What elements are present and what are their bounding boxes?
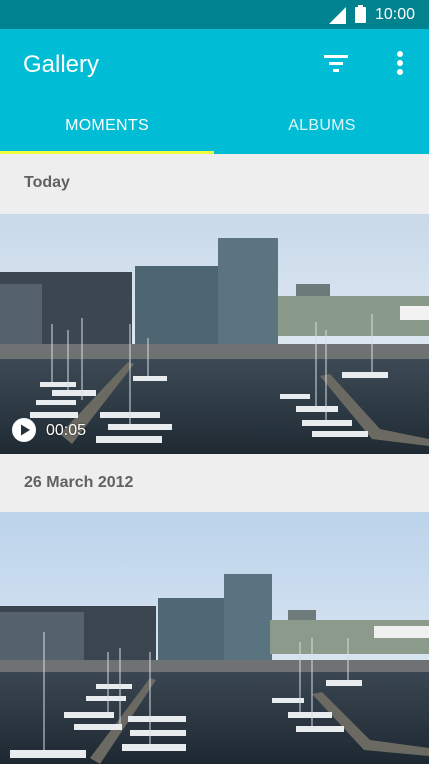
section-header-date: 26 March 2012 bbox=[0, 454, 429, 514]
tab-moments[interactable]: MOMENTS bbox=[0, 111, 214, 154]
play-icon[interactable] bbox=[12, 418, 36, 442]
status-bar: 10:00 bbox=[0, 0, 429, 29]
harbor-photo bbox=[0, 512, 429, 764]
section-header-label: Today bbox=[24, 174, 70, 191]
video-duration: 00:05 bbox=[46, 422, 87, 439]
tab-albums[interactable]: ALBUMS bbox=[215, 111, 429, 154]
more-options-icon[interactable] bbox=[388, 49, 412, 77]
section-header-label: 26 March 2012 bbox=[24, 474, 134, 491]
app-title: Gallery bbox=[23, 51, 100, 78]
photo-thumbnail[interactable] bbox=[0, 512, 429, 764]
battery-icon bbox=[355, 5, 366, 23]
filter-icon[interactable] bbox=[321, 51, 351, 75]
status-time: 10:00 bbox=[375, 6, 416, 23]
signal-icon bbox=[329, 7, 346, 24]
harbor-photo bbox=[0, 214, 429, 454]
section-header-today: Today bbox=[0, 154, 429, 214]
video-thumbnail[interactable]: 00:05 bbox=[0, 214, 429, 454]
app-bar: Gallery MOMENTS ALBUMS bbox=[0, 29, 429, 154]
